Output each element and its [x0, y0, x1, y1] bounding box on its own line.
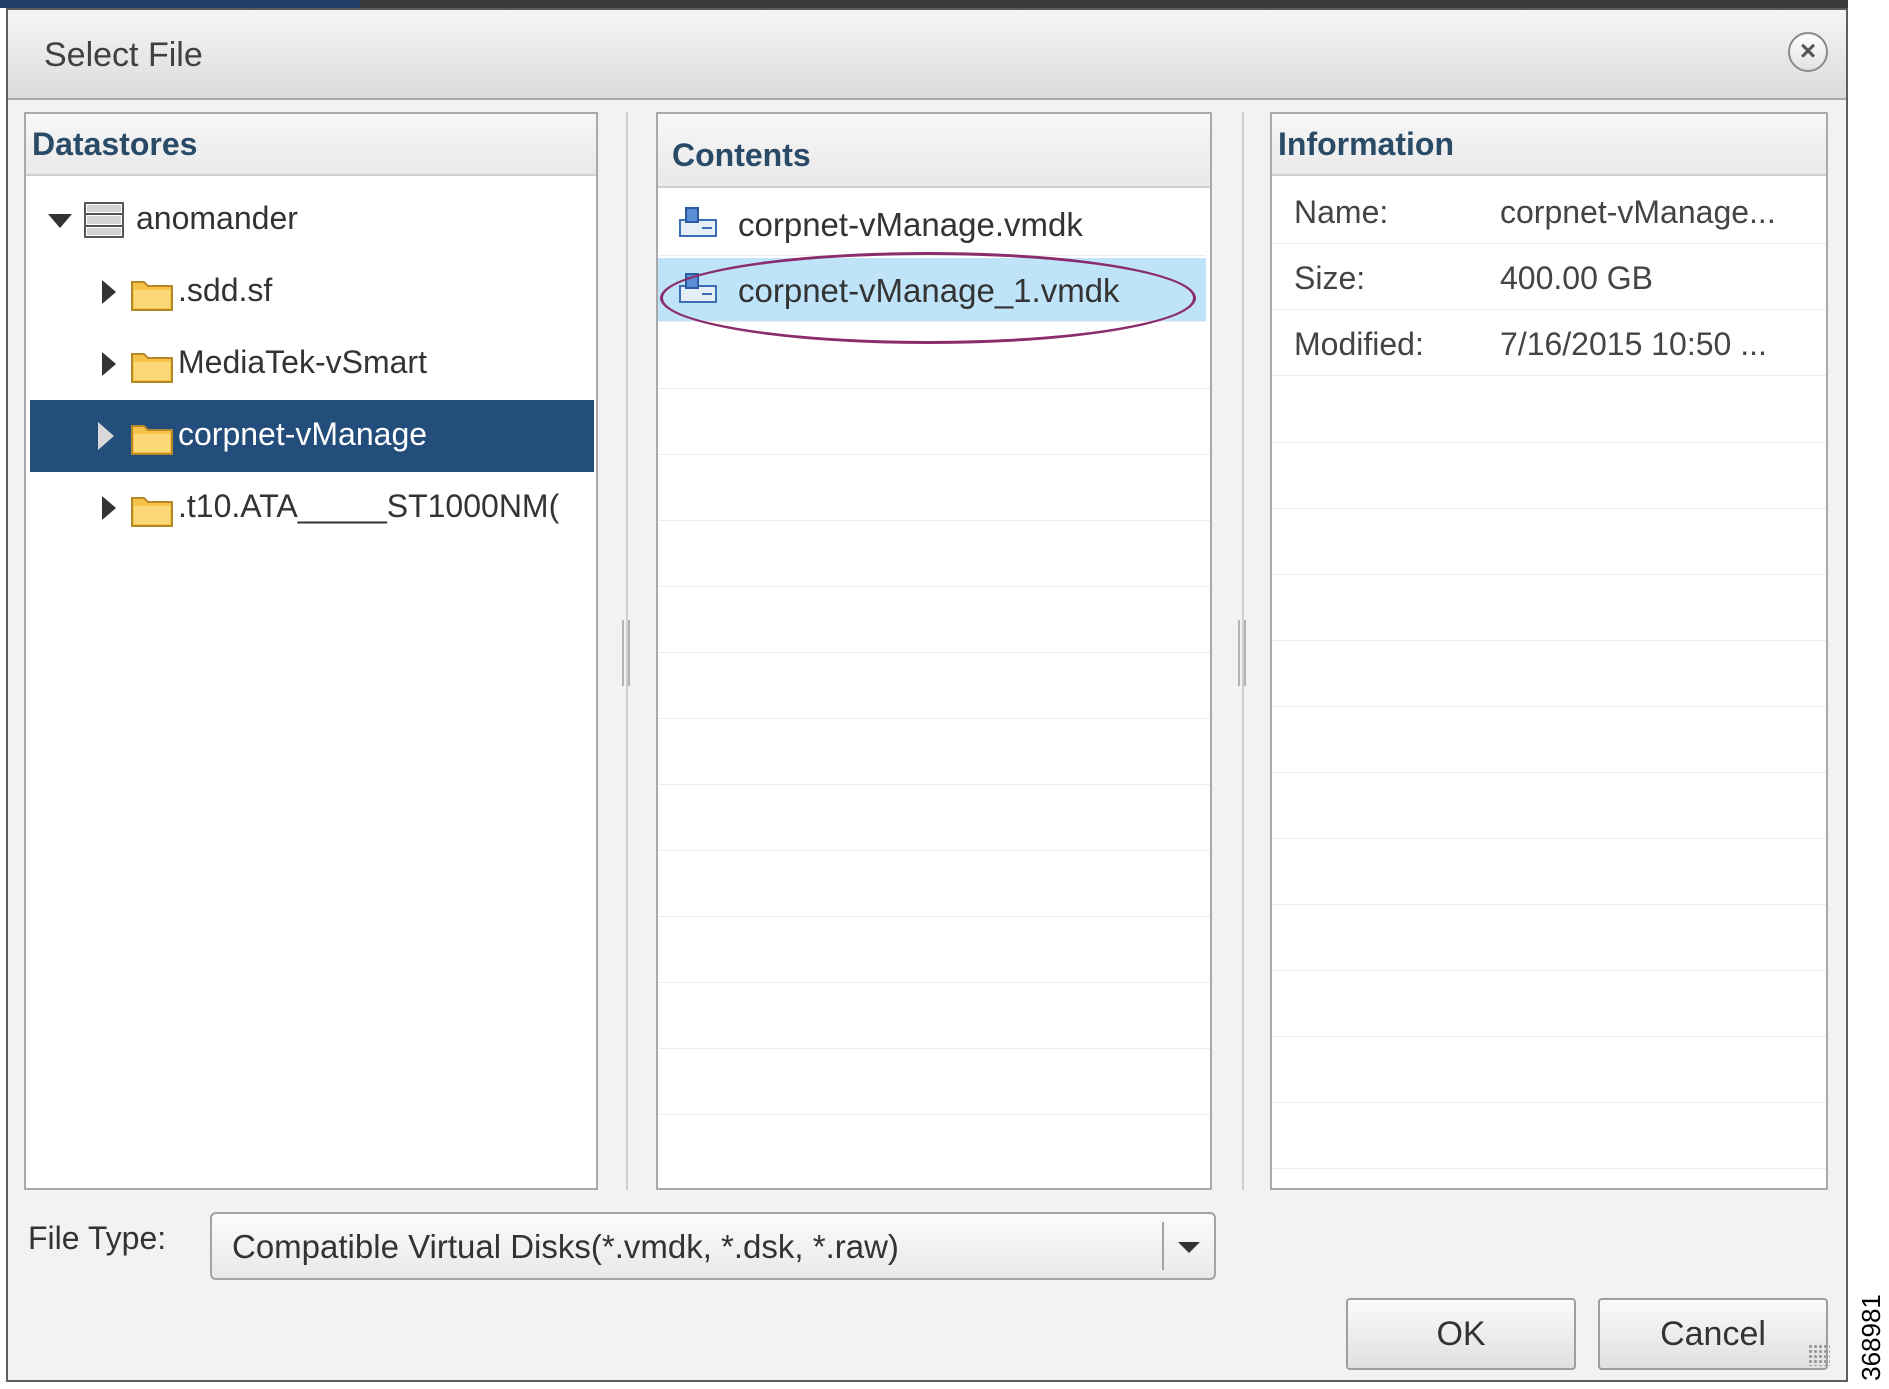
folder-icon: [131, 425, 173, 455]
figure-number: 368981: [1848, 1294, 1888, 1381]
expand-arrow-icon[interactable]: [98, 422, 114, 450]
empty-row-line: [1272, 1168, 1826, 1169]
info-key: Modified:: [1294, 326, 1424, 362]
splitter-grip-left[interactable]: [622, 620, 630, 686]
ok-button[interactable]: OK: [1346, 1298, 1576, 1370]
cancel-button[interactable]: Cancel: [1598, 1298, 1828, 1370]
empty-row-line: [1272, 772, 1826, 773]
empty-row-line: [658, 916, 1210, 917]
info-value: 400.00 GB: [1500, 260, 1653, 296]
empty-row-line: [1272, 442, 1826, 443]
expand-arrow-icon[interactable]: [48, 214, 72, 228]
splitter-grip-right[interactable]: [1238, 620, 1246, 686]
empty-row-line: [1272, 706, 1826, 707]
expand-arrow-icon[interactable]: [102, 280, 116, 304]
datastore-icon: [84, 202, 124, 238]
tree-item-label: .t10.ATA_____ST1000NM(: [178, 488, 560, 524]
info-value: 7/16/2015 10:50 ...: [1500, 326, 1767, 362]
contents-header: Contents: [658, 114, 1210, 188]
empty-row-line: [658, 1114, 1210, 1115]
empty-row-line: [658, 454, 1210, 455]
tree-item-label: .sdd.sf: [178, 272, 273, 308]
empty-row-line: [1272, 1036, 1826, 1037]
folder-icon: [131, 353, 173, 383]
empty-row-line: [1272, 904, 1826, 905]
virtual-disk-icon: [679, 207, 717, 237]
info-key: Size:: [1294, 260, 1366, 296]
info-row-modified: Modified: 7/16/2015 10:50 ...: [1272, 310, 1826, 376]
chevron-down-icon[interactable]: [1178, 1242, 1200, 1253]
empty-row-line: [658, 388, 1210, 389]
file-type-select[interactable]: Compatible Virtual Disks(*.vmdk, *.dsk, …: [210, 1212, 1216, 1280]
close-button[interactable]: ×: [1788, 32, 1828, 72]
datastores-panel: Datastores anomander .sdd.sf MediaTek-vS…: [24, 112, 598, 1190]
background-window-highlight: [0, 0, 360, 8]
info-row-name: Name: corpnet-vManage...: [1272, 178, 1826, 244]
folder-icon: [131, 281, 173, 311]
empty-row-line: [1272, 574, 1826, 575]
empty-row-line: [658, 850, 1210, 851]
information-header: Information: [1272, 114, 1826, 176]
tree-item-mediatek-vsmart[interactable]: MediaTek-vSmart: [30, 328, 594, 400]
empty-row-line: [658, 520, 1210, 521]
empty-row-line: [1272, 640, 1826, 641]
close-icon: ×: [1799, 35, 1817, 66]
file-type-label: File Type:: [28, 1220, 167, 1256]
tree-item-t10-ata[interactable]: .t10.ATA_____ST1000NM(: [30, 472, 594, 544]
empty-row-line: [1272, 1102, 1826, 1103]
empty-row-line: [1272, 838, 1826, 839]
expand-arrow-icon[interactable]: [102, 496, 116, 520]
empty-row-line: [1272, 970, 1826, 971]
resize-grip-icon[interactable]: [1808, 1344, 1830, 1366]
info-value: corpnet-vManage...: [1500, 194, 1776, 230]
tree-item-label: anomander: [136, 200, 298, 236]
info-key: Name:: [1294, 194, 1389, 230]
tree-item-anomander[interactable]: anomander: [30, 184, 594, 256]
file-name: corpnet-vManage.vmdk: [738, 206, 1083, 243]
info-row-size: Size: 400.00 GB: [1272, 244, 1826, 310]
tree-item-corpnet-vmanage[interactable]: corpnet-vManage: [30, 400, 594, 472]
tree-item-sdd-sf[interactable]: .sdd.sf: [30, 256, 594, 328]
expand-arrow-icon[interactable]: [102, 352, 116, 376]
tree-item-label: corpnet-vManage: [178, 416, 428, 452]
highlight-callout-oval: [660, 252, 1196, 344]
empty-row-line: [658, 982, 1210, 983]
file-row[interactable]: corpnet-vManage.vmdk: [658, 192, 1206, 256]
file-type-value: Compatible Virtual Disks(*.vmdk, *.dsk, …: [232, 1228, 899, 1265]
empty-row-line: [1272, 508, 1826, 509]
tree-item-label: MediaTek-vSmart: [178, 344, 427, 380]
empty-row-line: [658, 1048, 1210, 1049]
dialog-title: Select File: [44, 36, 203, 74]
empty-row-line: [658, 784, 1210, 785]
folder-icon: [131, 497, 173, 527]
datastores-header: Datastores: [26, 114, 596, 176]
empty-row-line: [658, 586, 1210, 587]
figure-number-text: 368981: [1855, 1294, 1886, 1381]
empty-row-line: [658, 718, 1210, 719]
background-window-strip: [0, 0, 1848, 8]
empty-row-line: [658, 652, 1210, 653]
information-panel: Information Name: corpnet-vManage... Siz…: [1270, 112, 1828, 1190]
dialog-titlebar[interactable]: Select File ×: [8, 10, 1846, 100]
select-separator: [1162, 1222, 1164, 1270]
